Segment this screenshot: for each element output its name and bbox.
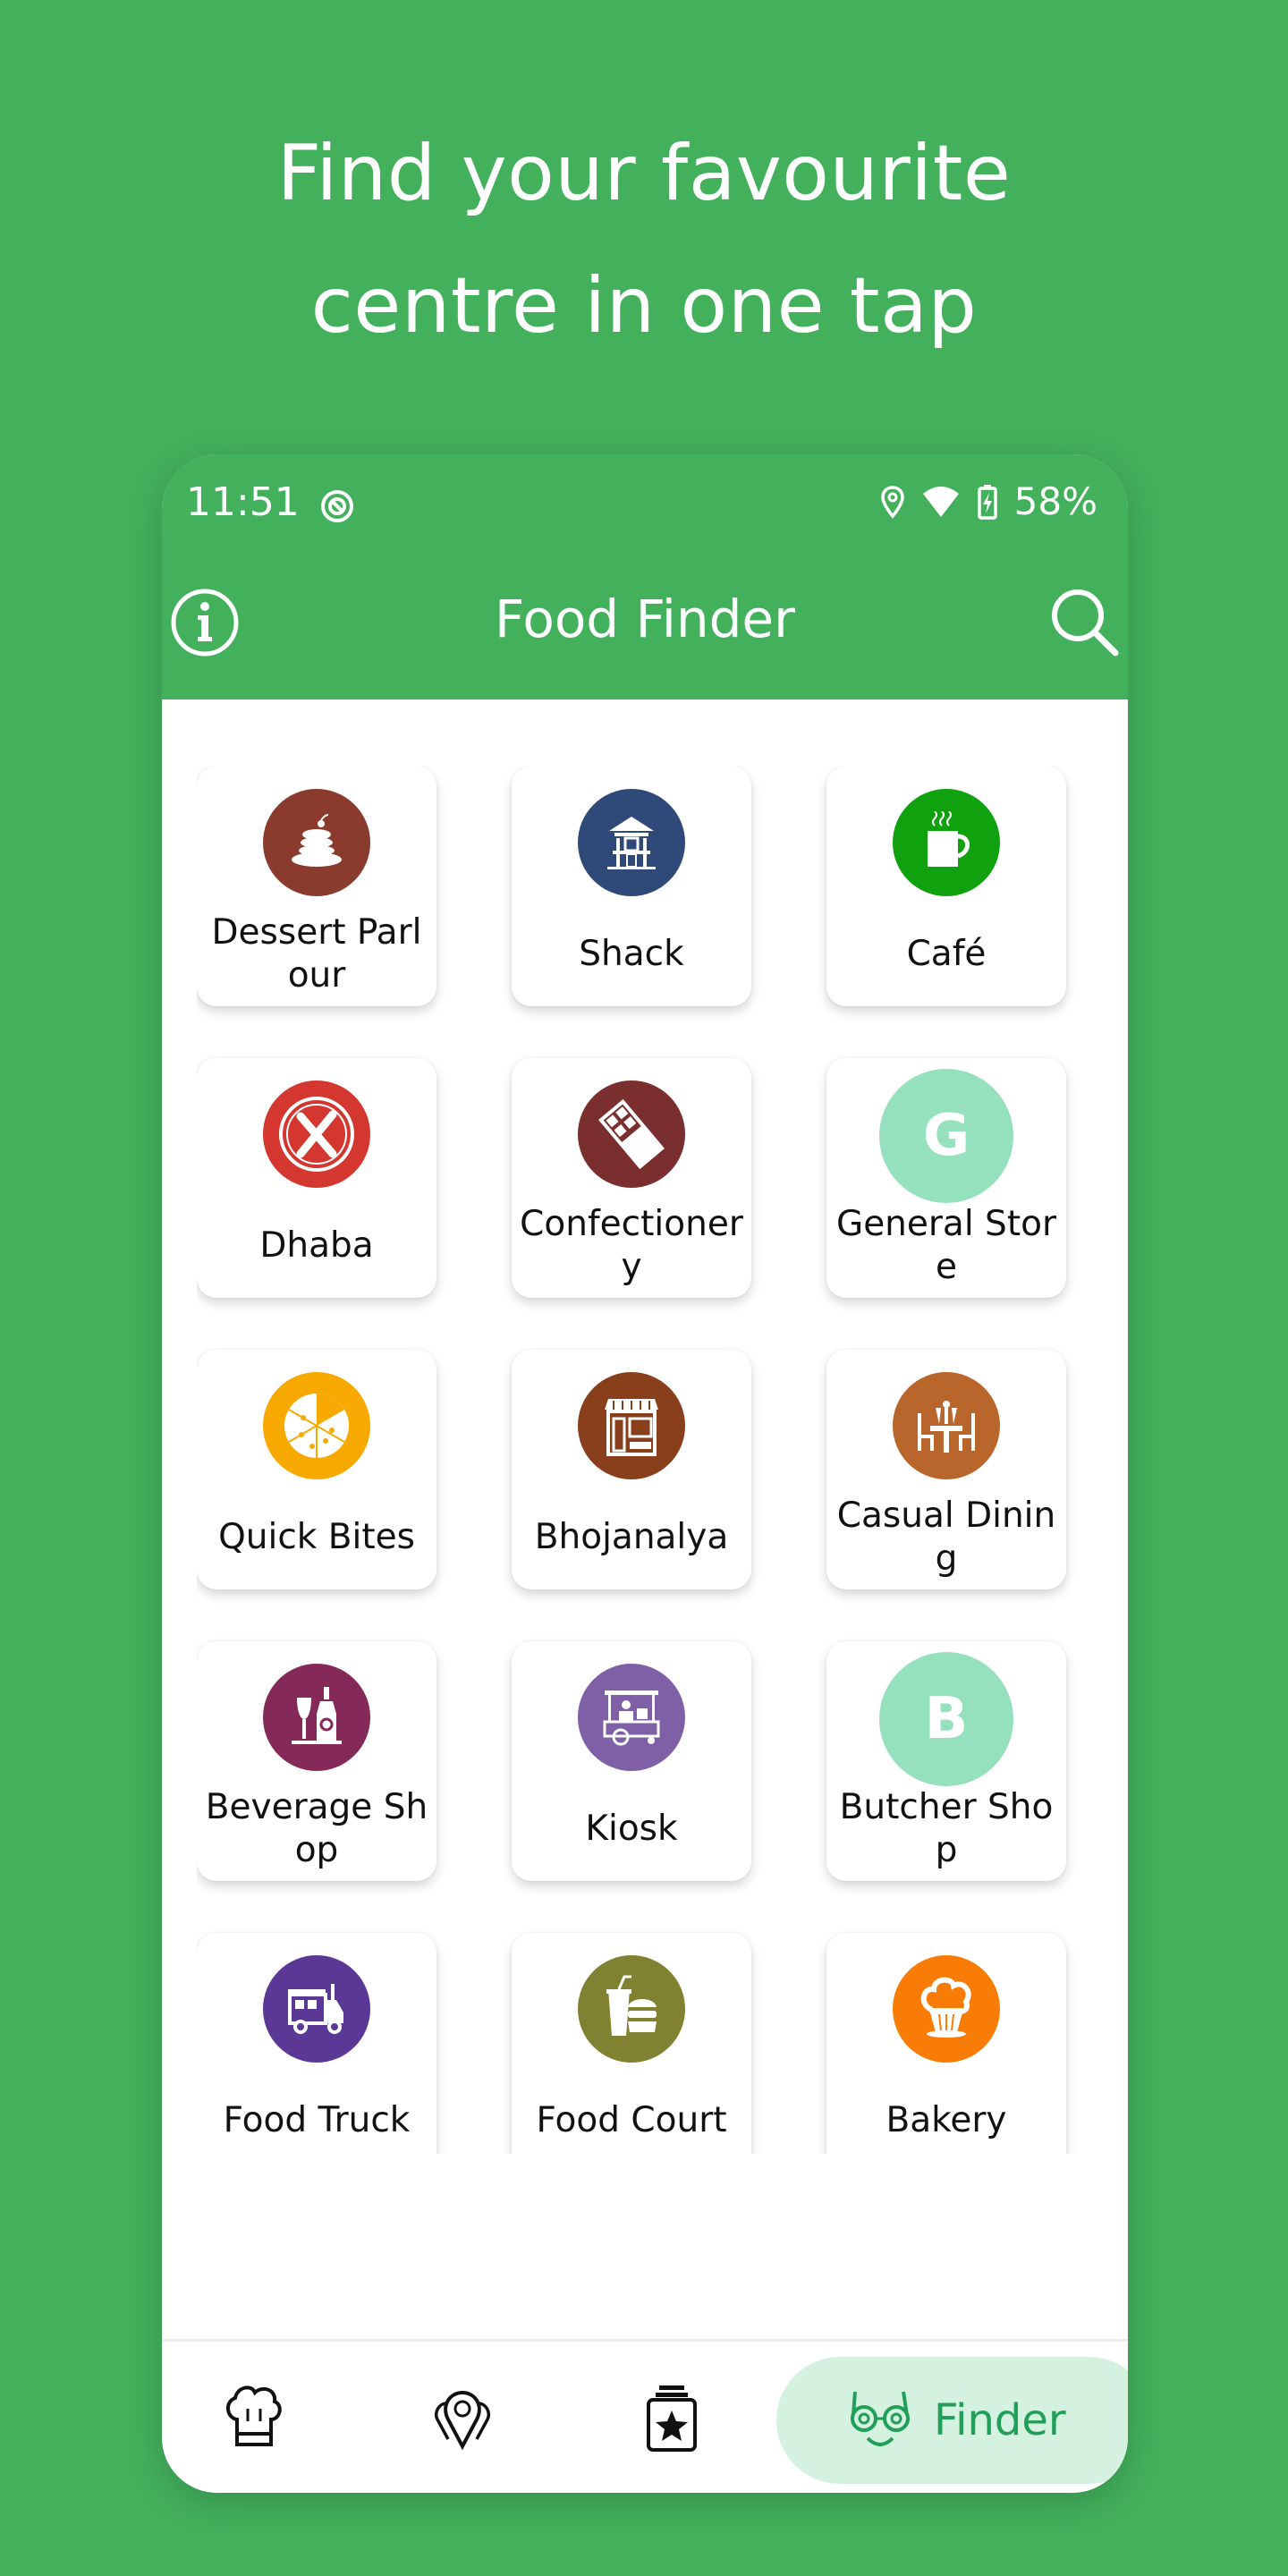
status-bar: 11:51 58% — [162, 472, 1128, 535]
wifi-icon — [921, 485, 961, 519]
category-grid: Dessert Parlour Shack Café Dhaba Confectione… — [197, 767, 1093, 2154]
category-card-butcher-shop[interactable]: B Butcher Shop — [826, 1641, 1066, 1881]
category-card-shack[interactable]: Shack — [512, 767, 751, 1006]
app-title: Food Finder — [495, 589, 795, 649]
nav-item-chefs[interactable] — [217, 2382, 289, 2453]
category-label: Shack — [579, 934, 684, 974]
category-label: General Store — [835, 1204, 1057, 1287]
category-label: Butcher Shop — [839, 1787, 1054, 1870]
battery-percent: 58% — [1013, 479, 1097, 523]
category-label: Dessert Parlour — [211, 912, 422, 996]
category-card-food-court[interactable]: Food Court — [512, 1933, 751, 2154]
category-card-general-store[interactable]: G General Store — [826, 1058, 1066, 1298]
category-label: Bhojanalya — [534, 1517, 729, 1557]
category-card-food-truck[interactable]: Food Truck — [197, 1933, 436, 2154]
search-icon — [1052, 589, 1119, 657]
headline-line-2: centre in one tap — [310, 261, 978, 351]
category-label: Kiosk — [585, 1809, 678, 1849]
category-card-kiosk[interactable]: Kiosk — [512, 1641, 751, 1881]
nav-item-finder[interactable]: Finder — [776, 2357, 1128, 2484]
wine-bottle-icon — [263, 1664, 370, 1771]
pancake-icon — [263, 789, 370, 896]
category-label: Food Court — [536, 2100, 727, 2140]
category-card-caf[interactable]: Café — [826, 767, 1066, 1006]
category-label: Beverage Shop — [205, 1787, 428, 1870]
battery-charging-icon — [977, 484, 998, 520]
search-button[interactable] — [1046, 583, 1121, 658]
category-card-confectionery[interactable]: Confectionery — [512, 1058, 751, 1298]
category-label: Confectionery — [520, 1204, 743, 1287]
category-label: Dhaba — [259, 1225, 374, 1266]
shack-icon — [578, 789, 685, 896]
bottom-navigation: Finder — [162, 2339, 1128, 2493]
avatar-letter: G — [922, 1103, 970, 1169]
status-right: 58% — [880, 479, 1097, 523]
food-truck-icon — [263, 1955, 370, 2063]
kiosk-cart-icon — [578, 1664, 685, 1771]
promo-headline: Find your favourite centre in one tap — [0, 107, 1288, 372]
category-label: Café — [906, 934, 987, 974]
avatar-letter: B — [924, 1686, 969, 1752]
category-card-dhaba[interactable]: Dhaba — [197, 1058, 436, 1298]
category-card-casual-dining[interactable]: Casual Dining — [826, 1350, 1066, 1589]
category-label: Bakery — [886, 2100, 1007, 2140]
category-label: Casual Dining — [836, 1496, 1056, 1579]
nav-item-map[interactable] — [427, 2382, 498, 2453]
category-card-beverage-shop[interactable]: Beverage Shop — [197, 1641, 436, 1881]
coffee-mug-icon — [893, 789, 1000, 896]
category-label: Food Truck — [223, 2100, 411, 2140]
do-not-disturb-icon — [319, 488, 355, 524]
nav-item-favourites[interactable] — [636, 2382, 708, 2453]
star-jar-icon — [647, 2385, 697, 2452]
app-bar: 11:51 58% Food Finder — [162, 454, 1128, 699]
phone-screen: 11:51 58% Food Finder Dessert Parlour Sh… — [162, 454, 1128, 2493]
pizza-icon — [263, 1372, 370, 1479]
chef-hat-icon — [226, 2385, 282, 2446]
category-card-bhojanalya[interactable]: Bhojanalya — [512, 1350, 751, 1589]
storefront-icon — [578, 1372, 685, 1479]
status-time: 11:51 — [186, 479, 300, 525]
location-icon — [880, 485, 905, 519]
nav-finder-label: Finder — [934, 2395, 1066, 2445]
cupcake-icon — [893, 1955, 1000, 2063]
chocolate-bar-icon — [578, 1080, 685, 1188]
burger-drink-icon — [578, 1955, 685, 2063]
headline-line-1: Find your favourite — [276, 129, 1012, 218]
category-card-bakery[interactable]: Bakery — [826, 1933, 1066, 2154]
category-card-quick-bites[interactable]: Quick Bites — [197, 1350, 436, 1589]
letter-b-avatar: B — [879, 1652, 1013, 1786]
category-label: Quick Bites — [218, 1517, 415, 1557]
map-pins-icon — [435, 2390, 490, 2451]
fork-knife-plate-icon — [263, 1080, 370, 1188]
glasses-face-icon — [851, 2391, 910, 2446]
category-card-dessert-parlour[interactable]: Dessert Parlour — [197, 767, 436, 1006]
letter-g-avatar: G — [879, 1069, 1013, 1203]
dining-table-icon — [893, 1372, 1000, 1479]
